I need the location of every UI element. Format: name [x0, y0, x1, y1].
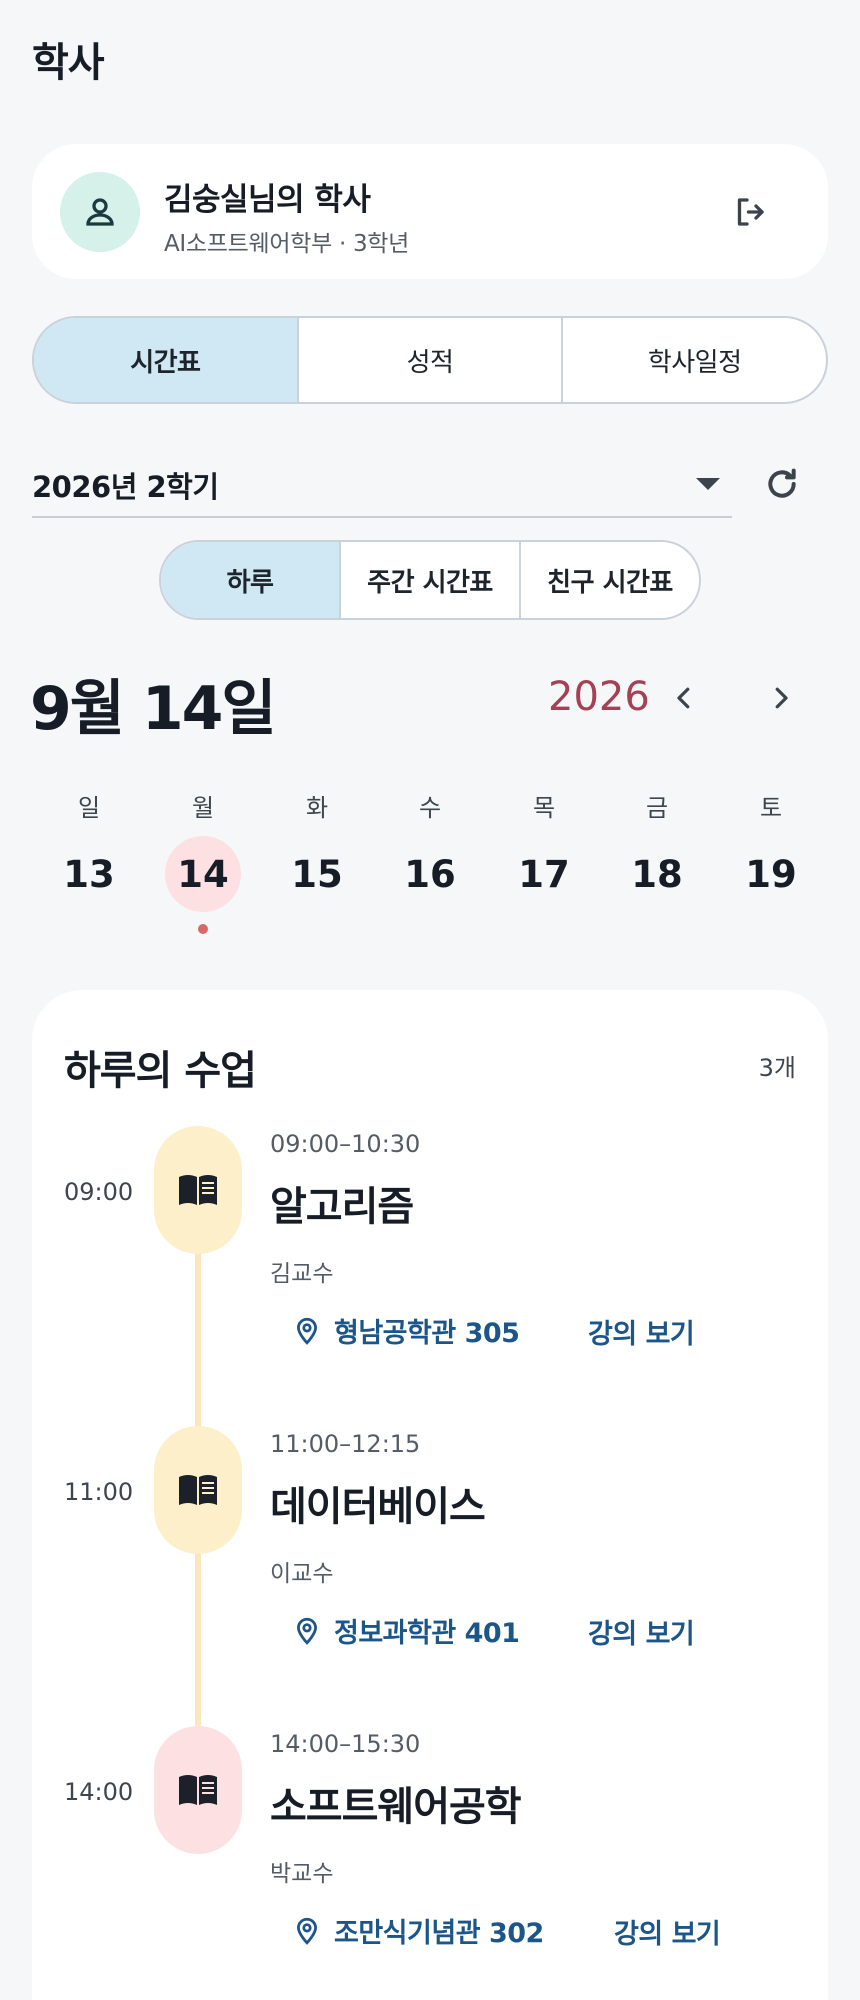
profile-subtitle: AI소프트웨어학부 · 3학년 — [164, 231, 410, 257]
class-location-link[interactable]: 형남공학관 305 — [294, 1310, 520, 1350]
class-start-time: 14:00 — [64, 1778, 134, 1806]
avatar — [60, 172, 140, 252]
week-strip: 일 13 월 14 화 15 수 16 목 17 금 18 토 19 — [32, 780, 828, 940]
view-lecture-link[interactable]: 강의 보기 — [614, 1912, 721, 1951]
class-name: 데이터베이스 — [270, 1484, 486, 1530]
day-name: 금 — [645, 794, 669, 822]
class-location: 조만식기념관 302 — [334, 1917, 544, 1949]
classes-card: 하루의 수업 3개 09:00 09:00–10:30 알고리즘 김교수 형남공… — [32, 990, 828, 2000]
class-professor: 이교수 — [270, 1561, 334, 1587]
class-location: 형남공학관 305 — [334, 1317, 520, 1349]
profile-card: 김숭실님의 학사 AI소프트웨어학부 · 3학년 — [32, 144, 828, 279]
class-name: 알고리즘 — [270, 1184, 414, 1230]
book-icon — [179, 1775, 217, 1805]
class-location-link[interactable]: 조만식기념관 302 — [294, 1910, 544, 1950]
day-number: 15 — [291, 852, 343, 896]
book-icon — [179, 1475, 217, 1505]
class-professor: 박교수 — [270, 1861, 334, 1887]
class-icon-pill — [154, 1126, 242, 1254]
day-number: 19 — [745, 852, 797, 896]
day-cell-selected[interactable]: 월 14 — [146, 780, 260, 940]
tab-weekly-timetable[interactable]: 주간 시간표 — [339, 542, 519, 618]
profile-name: 김숭실님의 학사 — [164, 182, 371, 218]
semester-select[interactable]: 2026년 2학기 — [32, 458, 732, 518]
day-number-circle: 19 — [733, 836, 809, 912]
day-cell[interactable]: 화 15 — [260, 780, 374, 940]
class-item[interactable]: 11:00 11:00–12:15 데이터베이스 이교수 정보과학관 401 강… — [32, 1426, 828, 1726]
day-number-circle: 16 — [392, 836, 468, 912]
day-number-circle: 15 — [279, 836, 355, 912]
day-number: 17 — [518, 852, 570, 896]
main-tabs: 시간표 성적 학사일정 — [32, 316, 828, 404]
chevron-right-icon — [775, 687, 788, 709]
location-pin-icon — [297, 1917, 317, 1945]
class-location-link[interactable]: 정보과학관 401 — [294, 1610, 520, 1650]
class-start-time: 11:00 — [64, 1478, 134, 1506]
day-number-circle: 18 — [619, 836, 695, 912]
page-title: 학사 — [32, 40, 105, 86]
next-week-button[interactable] — [759, 676, 803, 720]
chevron-down-icon — [696, 478, 720, 490]
day-cell[interactable]: 토 19 — [714, 780, 828, 940]
user-icon — [86, 198, 114, 226]
logout-icon — [737, 198, 764, 226]
section-title: 하루의 수업 — [64, 1048, 257, 1094]
day-number: 16 — [404, 852, 456, 896]
day-number: 14 — [177, 852, 229, 896]
day-name: 월 — [191, 794, 215, 822]
refresh-icon — [768, 468, 796, 498]
day-cell[interactable]: 금 18 — [600, 780, 714, 940]
tab-day[interactable]: 하루 — [161, 542, 339, 618]
day-name: 토 — [759, 794, 783, 822]
chevron-left-icon — [677, 687, 690, 709]
refresh-button[interactable] — [756, 458, 808, 510]
tab-grades[interactable]: 성적 — [296, 318, 562, 402]
day-cell[interactable]: 수 16 — [373, 780, 487, 940]
location-pin-icon — [297, 1317, 317, 1345]
tab-academic-calendar[interactable]: 학사일정 — [561, 318, 826, 402]
day-name: 수 — [418, 794, 442, 822]
tab-friend-timetable[interactable]: 친구 시간표 — [519, 542, 699, 618]
book-icon — [179, 1175, 217, 1205]
logout-button[interactable] — [724, 186, 776, 238]
day-name: 목 — [532, 794, 556, 822]
semester-value: 2026년 2학기 — [32, 470, 219, 504]
class-icon-pill — [154, 1426, 242, 1554]
class-item[interactable]: 14:00 14:00–15:30 소프트웨어공학 박교수 조만식기념관 302… — [32, 1726, 828, 2000]
day-number-circle: 13 — [51, 836, 127, 912]
day-cell[interactable]: 일 13 — [32, 780, 146, 940]
class-time-range: 14:00–15:30 — [270, 1730, 421, 1758]
class-time-range: 11:00–12:15 — [270, 1430, 421, 1458]
day-cell[interactable]: 목 17 — [487, 780, 601, 940]
day-number: 13 — [63, 852, 115, 896]
day-number-circle: 14 — [165, 836, 241, 912]
day-name: 화 — [305, 794, 329, 822]
class-item[interactable]: 09:00 09:00–10:30 알고리즘 김교수 형남공학관 305 강의 … — [32, 1126, 828, 1426]
class-count: 3개 — [758, 1054, 796, 1082]
selected-date: 9월 14일 — [30, 674, 277, 744]
class-professor: 김교수 — [270, 1261, 334, 1287]
class-icon-pill — [154, 1726, 242, 1854]
tab-timetable[interactable]: 시간표 — [34, 318, 297, 402]
view-lecture-link[interactable]: 강의 보기 — [588, 1612, 695, 1651]
event-dot — [198, 924, 208, 934]
day-number: 18 — [631, 852, 683, 896]
day-number-circle: 17 — [506, 836, 582, 912]
prev-week-button[interactable] — [662, 676, 706, 720]
class-time-range: 09:00–10:30 — [270, 1130, 421, 1158]
day-name: 일 — [77, 794, 101, 822]
class-name: 소프트웨어공학 — [270, 1784, 522, 1830]
year-label: 2026 — [548, 674, 650, 720]
class-start-time: 09:00 — [64, 1178, 134, 1206]
view-tabs: 하루 주간 시간표 친구 시간표 — [159, 540, 701, 620]
location-pin-icon — [297, 1617, 317, 1645]
view-lecture-link[interactable]: 강의 보기 — [588, 1312, 695, 1351]
class-location: 정보과학관 401 — [334, 1617, 520, 1649]
